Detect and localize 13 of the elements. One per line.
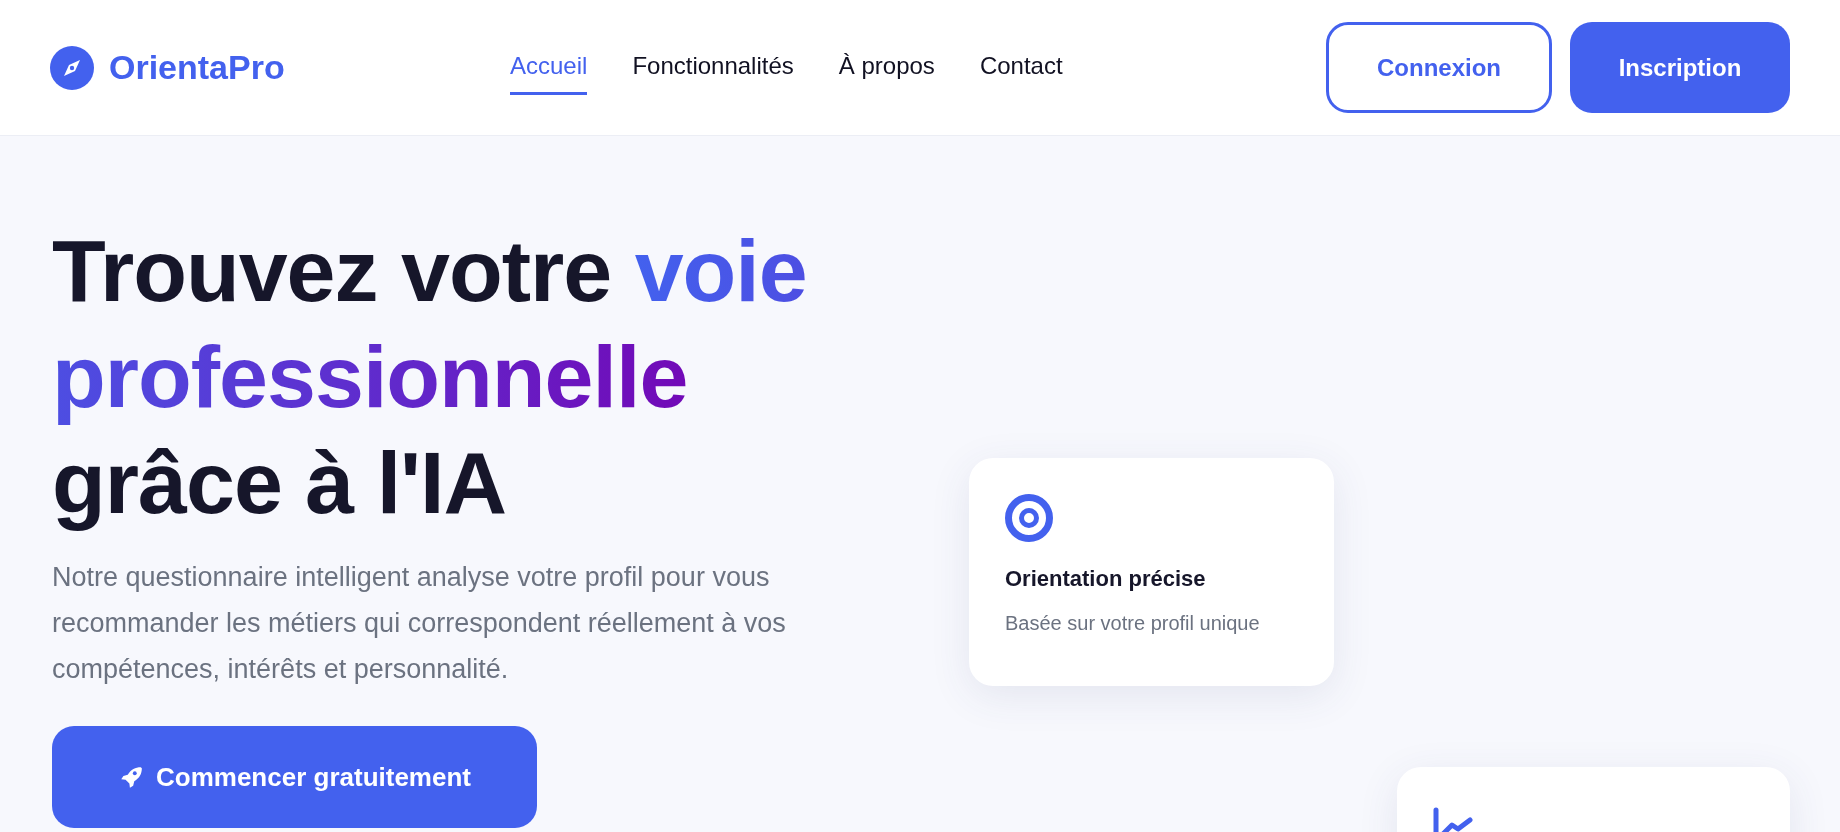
signup-button[interactable]: Inscription xyxy=(1570,22,1790,113)
logo-text[interactable]: OrientaPro xyxy=(109,48,285,87)
compass-icon[interactable] xyxy=(50,45,94,90)
nav-link[interactable]: Accueil xyxy=(510,40,588,95)
target-icon xyxy=(1005,494,1053,542)
start-button[interactable]: Commencer gratuitement xyxy=(52,726,537,828)
nav-link[interactable]: Contact xyxy=(979,40,1063,95)
card-description: Basée sur votre profil unique xyxy=(1005,612,1261,635)
login-button[interactable]: Connexion xyxy=(1326,22,1552,113)
card-title: Orientation précise xyxy=(1005,566,1207,592)
nav-link[interactable]: À propos xyxy=(838,40,935,95)
nav-link[interactable]: Fonctionnalités xyxy=(632,40,794,95)
hero-description: Notre questionnaire intelligent analyse votre profil pour vous recommander les métiers qui correspondent réellement à vos compétences, intérêts et personnalité. xyxy=(52,561,787,686)
